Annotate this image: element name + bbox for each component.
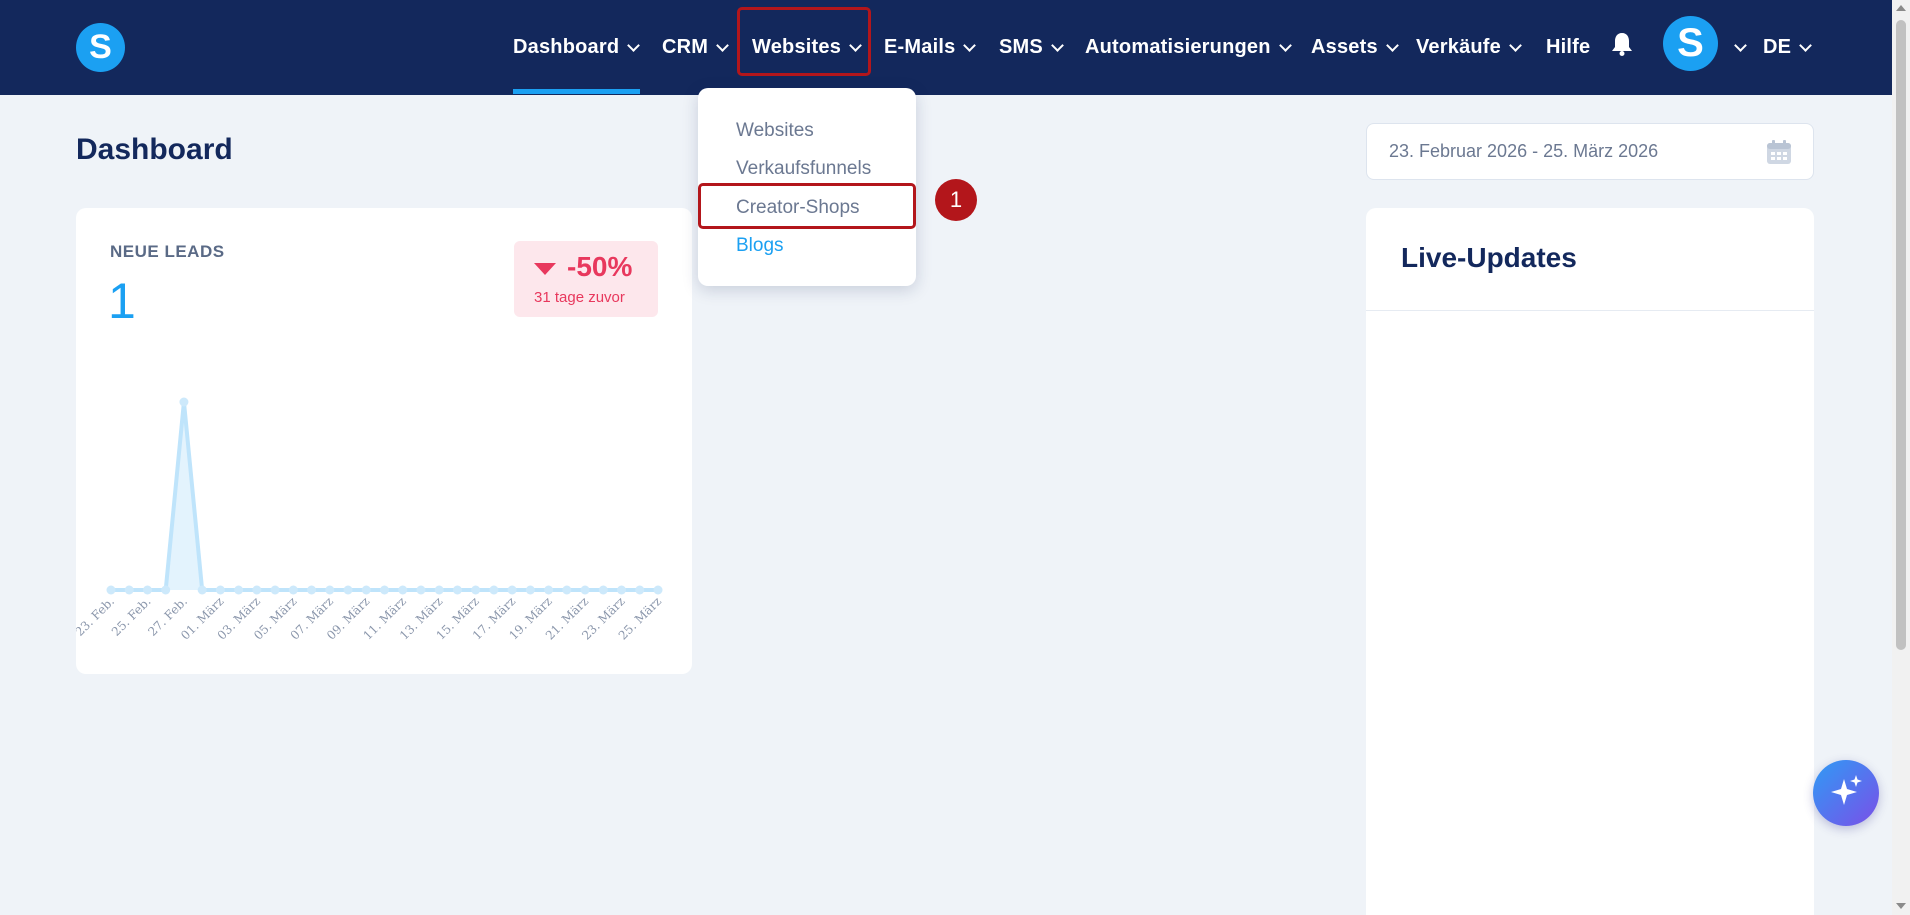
scrollbar-thumb[interactable] [1896,20,1906,650]
chart-point[interactable] [653,585,663,595]
nav-item-automatisierungen[interactable]: Automatisierungen [1085,0,1292,95]
nav-item-sms[interactable]: SMS [999,0,1064,95]
nav-item-verkaeufe[interactable]: Verkäufe [1416,0,1522,95]
chevron-down-icon [963,38,977,52]
chart-point[interactable] [361,585,371,595]
nav-item-emails[interactable]: E-Mails [884,0,977,95]
chart-point[interactable] [252,585,262,595]
chevron-down-icon [1051,38,1064,52]
nav-item-crm[interactable]: CRM [662,0,730,95]
page-title: Dashboard [76,133,233,166]
user-avatar[interactable]: S [1663,16,1718,71]
nav-item-dashboard[interactable]: Dashboard [513,0,641,95]
calendar-icon [1767,140,1791,164]
bell-icon[interactable] [1611,32,1633,56]
chart-point[interactable] [197,585,207,595]
chart-point[interactable] [215,585,225,595]
nav-item-label: Dashboard [513,36,620,58]
menu-item-blogs[interactable]: Blogs [736,235,784,257]
chart-point[interactable] [288,585,298,595]
chevron-down-icon [716,38,730,52]
creator-shops-highlight-box [698,183,916,229]
chart-point[interactable] [307,585,317,595]
chart-point[interactable] [161,585,171,595]
nav-item-assets[interactable]: Assets [1311,0,1399,95]
chevron-down-icon [1509,38,1522,52]
chart-point[interactable] [580,585,590,595]
chevron-down-icon [1734,38,1747,52]
chevron-down-icon [627,38,641,52]
menu-item-verkaufsfunnels[interactable]: Verkaufsfunnels [736,158,871,180]
chevron-down-icon [1385,38,1399,52]
chart-point[interactable] [434,585,444,595]
scroll-down-arrow[interactable] [1896,903,1906,909]
chart-point[interactable] [525,585,535,595]
chart-point[interactable] [598,585,608,595]
date-range-picker[interactable]: 23. Februar 2026 - 25. März 2026 [1366,123,1814,180]
chart-point[interactable] [270,585,280,595]
chart-point[interactable] [617,585,627,595]
live-updates-title: Live-Updates [1401,242,1577,273]
chart-point[interactable] [106,585,116,595]
nav-item-hilfe[interactable]: Hilfe [1546,0,1590,95]
chart-point[interactable] [489,585,499,595]
chevron-down-icon [1799,38,1813,52]
date-range-value: 23. Februar 2026 - 25. März 2026 [1389,141,1659,161]
chart-point[interactable] [452,585,462,595]
nav-item-label: Hilfe [1546,36,1591,58]
sparkle-icon [1831,775,1862,805]
chart-point[interactable] [234,585,244,595]
live-updates-card: Live-Updates [1366,208,1814,915]
active-nav-indicator [513,89,640,94]
chart-point[interactable] [562,585,572,595]
chart-point[interactable] [507,585,517,595]
nav-item-label: CRM [662,36,709,58]
leads-chart: 23. Feb.25. Feb.27. Feb.01. März03. März… [76,397,664,643]
app-logo[interactable]: S [76,23,125,72]
nav-item-label: E-Mails [884,36,956,58]
chart-point[interactable] [124,585,134,595]
chart-point[interactable] [398,585,408,595]
top-navigation: S Dashboard CRM Websites E-Mails SMS Aut… [0,0,1892,95]
nav-item-label: Verkäufe [1416,36,1501,58]
chart-point[interactable] [325,585,335,595]
chart-point[interactable] [142,585,152,595]
language-label: DE [1763,36,1792,58]
step-number-badge: 1 [935,179,977,221]
chart-point[interactable] [343,585,353,595]
avatar-menu-toggle[interactable] [1726,0,1747,95]
chart-point[interactable] [471,585,481,595]
chevron-down-icon [1278,38,1292,52]
language-selector[interactable]: DE [1763,0,1813,95]
new-leads-card: NEUE LEADS 1 -50% 31 tage zuvor 23. Feb.… [76,208,692,674]
websites-highlight-box [737,7,871,76]
chart-point[interactable] [635,585,645,595]
nav-item-label: Assets [1311,36,1378,58]
nav-item-label: SMS [999,36,1043,58]
chart-point[interactable] [544,585,554,595]
ai-assistant-button[interactable] [1813,760,1879,826]
menu-item-websites[interactable]: Websites [736,120,814,142]
scroll-up-arrow[interactable] [1896,5,1906,11]
nav-item-label: Automatisierungen [1085,36,1271,58]
chart-point[interactable] [380,585,389,595]
divider [1366,310,1814,311]
x-tick-label: 25. Feb. [109,594,154,639]
chart-point[interactable] [416,585,426,595]
chart-point[interactable] [179,397,189,407]
